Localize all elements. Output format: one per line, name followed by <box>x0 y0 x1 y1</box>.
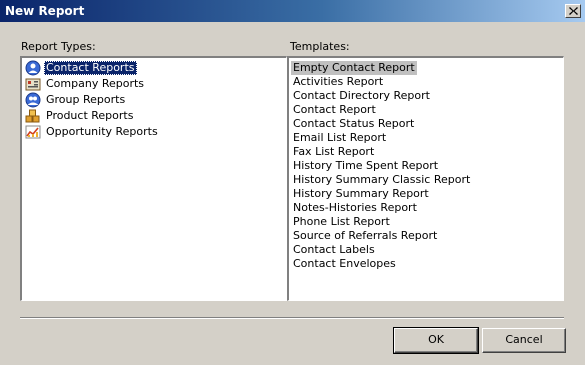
templates-label: Templates: <box>290 40 350 53</box>
report-types-list[interactable]: Contact Reports Company Reports Group Repo… <box>20 56 287 301</box>
template-item[interactable]: Activities Report <box>291 75 385 89</box>
report-type-label: Contact Reports <box>44 61 137 75</box>
template-item[interactable]: Contact Labels <box>291 243 377 257</box>
report-type-label: Company Reports <box>46 77 145 90</box>
template-item[interactable]: Email List Report <box>291 131 388 145</box>
report-types-label: Report Types: <box>21 40 96 53</box>
report-type-item[interactable]: Company Reports <box>25 76 286 92</box>
close-button[interactable] <box>565 4 581 18</box>
title-bar[interactable]: New Report <box>0 0 585 22</box>
template-item[interactable]: History Summary Report <box>291 187 431 201</box>
template-item[interactable]: History Summary Classic Report <box>291 173 472 187</box>
close-icon <box>569 7 578 15</box>
report-type-label: Opportunity Reports <box>46 125 158 138</box>
template-item[interactable]: Fax List Report <box>291 145 376 159</box>
ok-button[interactable]: OK <box>393 327 479 354</box>
contact-icon <box>25 60 41 76</box>
template-item[interactable]: History Time Spent Report <box>291 159 440 173</box>
window-title: New Report <box>5 4 85 18</box>
new-report-dialog: New Report Report Types: Templates: Cont… <box>0 0 585 365</box>
opportunity-icon <box>25 124 41 140</box>
company-icon <box>25 76 41 92</box>
template-item[interactable]: Contact Report <box>291 103 378 117</box>
separator <box>20 317 564 319</box>
template-item[interactable]: Contact Directory Report <box>291 89 432 103</box>
template-item[interactable]: Contact Status Report <box>291 117 416 131</box>
cancel-button[interactable]: Cancel <box>482 328 566 353</box>
report-type-item[interactable]: Group Reports <box>25 92 286 108</box>
report-type-label: Group Reports <box>46 93 126 106</box>
template-item[interactable]: Contact Envelopes <box>291 257 398 271</box>
report-type-label: Product Reports <box>46 109 134 122</box>
group-icon <box>25 92 41 108</box>
template-item[interactable]: Phone List Report <box>291 215 392 229</box>
report-type-item[interactable]: Contact Reports <box>25 60 286 76</box>
template-item[interactable]: Source of Referrals Report <box>291 229 439 243</box>
product-icon <box>25 108 41 124</box>
report-type-item[interactable]: Product Reports <box>25 108 286 124</box>
template-item[interactable]: Empty Contact Report <box>291 61 417 75</box>
report-type-item[interactable]: Opportunity Reports <box>25 124 286 140</box>
template-item[interactable]: Notes-Histories Report <box>291 201 419 215</box>
templates-list[interactable]: Empty Contact Report Activities Report Con… <box>287 56 564 301</box>
